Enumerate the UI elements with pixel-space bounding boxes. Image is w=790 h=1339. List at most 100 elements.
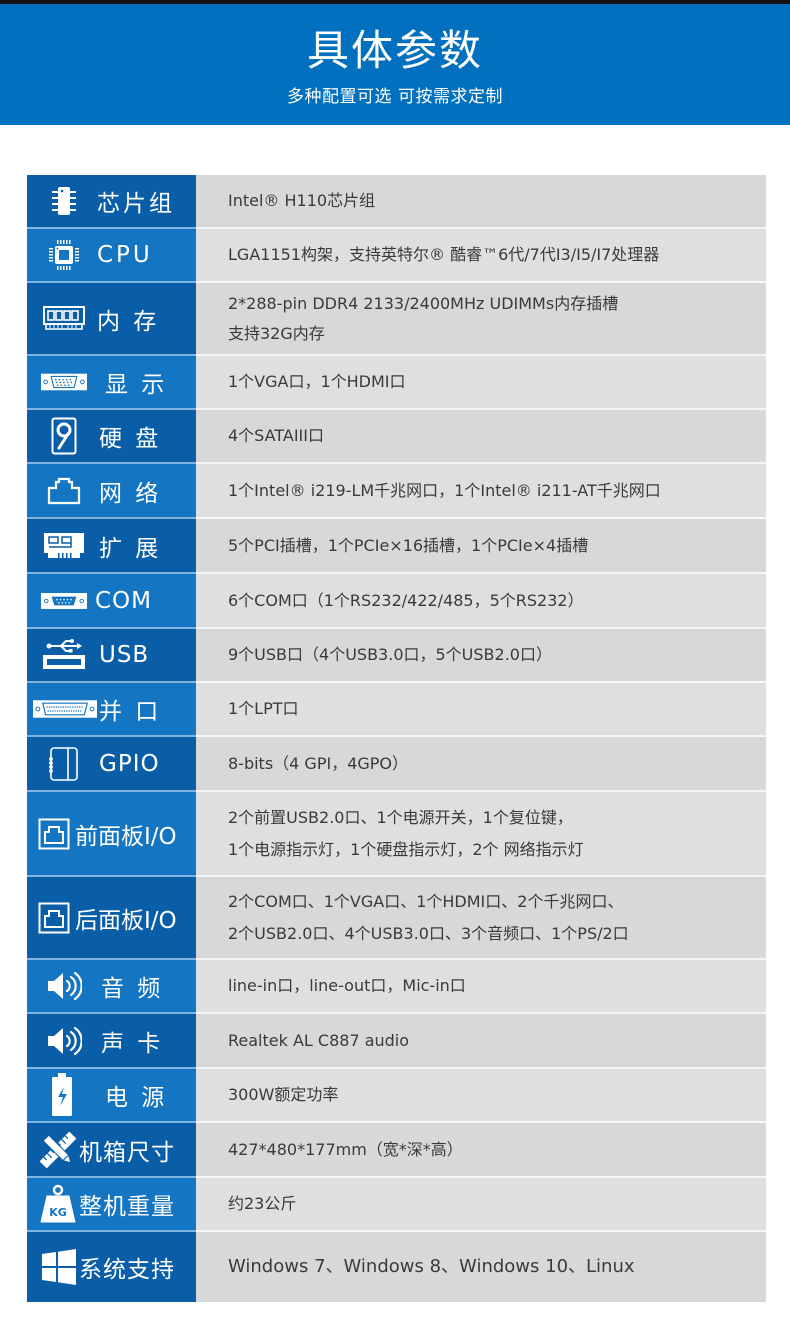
- spec-label-cell: 硬 盘: [27, 410, 196, 464]
- spec-value-cell: LGA1151构架，支持英特尔® 酷睿™6代/7代I3/I5/I7处理器: [196, 229, 766, 281]
- spec-row-parallel: 并 口 1个LPT口: [27, 683, 766, 737]
- chip-icon: [27, 186, 87, 216]
- spec-value-line: 427*480*177mm（宽*深*高）: [228, 1139, 463, 1159]
- page-title: 具体参数: [306, 26, 483, 75]
- spec-value-line: 支持32G内存: [228, 323, 325, 343]
- memory-icon: [27, 305, 87, 332]
- spec-value-cell: 1个Intel® i219-LM千兆网口，1个Intel® i211-AT千兆网…: [196, 464, 766, 517]
- speaker-icon: [27, 1026, 87, 1056]
- gpio-icon: [27, 746, 87, 782]
- spec-row-cpu: CPU LGA1151构架，支持英特尔® 酷睿™6代/7代I3/I5/I7处理器: [27, 229, 766, 283]
- spec-row-chipset: 芯片组 Intel® H110芯片组: [27, 175, 766, 229]
- spec-value-cell: Windows 7、Windows 8、Windows 10、Linux: [196, 1232, 766, 1302]
- spec-label-cell: KG 整机重量: [27, 1178, 196, 1232]
- spec-value-line: 5个PCI插槽，1个PCIe×16插槽，1个PCIe×4插槽: [228, 535, 589, 555]
- spec-label: CPU: [97, 242, 153, 268]
- spec-value-cell: 1个VGA口，1个HDMI口: [196, 356, 766, 408]
- page-header: 具体参数 多种配置可选 可按需求定制: [0, 4, 790, 125]
- spec-value-cell: 9个USB口（4个USB3.0口，5个USB2.0口）: [196, 629, 766, 681]
- spec-value-line: 2个COM口、1个VGA口、1个HDMI口、2个千兆网口、: [228, 891, 624, 911]
- spec-row-weight: KG 整机重量 约23公斤: [27, 1178, 766, 1232]
- spec-value-cell: 427*480*177mm（宽*深*高）: [196, 1123, 766, 1176]
- serial-port-icon: [27, 592, 87, 610]
- spec-row-sound-card: 声 卡 Realtek AL C887 audio: [27, 1014, 766, 1069]
- spec-value-cell: Intel® H110芯片组: [196, 175, 766, 227]
- spec-value-cell: 约23公斤: [196, 1178, 766, 1230]
- spec-row-audio: 音 频 line-in口，line-out口，Mic-in口: [27, 960, 766, 1014]
- spec-label-cell: 系统支持: [27, 1232, 196, 1302]
- spec-value-line: Intel® H110芯片组: [228, 191, 376, 210]
- spec-value-cell: line-in口，line-out口，Mic-in口: [196, 960, 766, 1012]
- spec-label-cell: 网 络: [27, 464, 196, 519]
- spec-label-cell: 芯片组: [27, 175, 196, 229]
- spec-value-cell: 8-bits（4 GPI，4GPO）: [196, 737, 766, 790]
- spec-value-line: 2个前置USB2.0口、1个电源开关，1个复位键，: [228, 807, 573, 827]
- spec-label: GPIO: [99, 750, 160, 777]
- spec-label: 音 频: [101, 976, 164, 1002]
- windows-icon: [27, 1249, 79, 1285]
- spec-value-line: LGA1151构架，支持英特尔® 酷睿™6代/7代I3/I5/I7处理器: [228, 245, 660, 264]
- spec-label: 前面板I/O: [75, 823, 177, 850]
- spec-label: 并 口: [99, 699, 162, 725]
- speaker-icon: [27, 971, 87, 1001]
- spec-row-usb: USB 9个USB口（4个USB3.0口，5个USB2.0口）: [27, 629, 766, 683]
- spec-label: 声 卡: [101, 1030, 164, 1057]
- spec-row-chassis-size: 机箱尺寸 427*480*177mm（宽*深*高）: [27, 1123, 766, 1178]
- vga-port-icon: [27, 373, 87, 391]
- spec-table: 芯片组 Intel® H110芯片组 CPU LGA1151构架，支持英特尔® …: [27, 175, 766, 1302]
- spec-label: 电 源: [105, 1085, 168, 1111]
- spec-row-hard-disk: 硬 盘 4个SATAIII口: [27, 410, 766, 464]
- spec-value-cell: 2个前置USB2.0口、1个电源开关，1个复位键， 1个电源指示灯，1个硬盘指示灯…: [196, 792, 766, 875]
- hard-disk-icon: [27, 417, 87, 455]
- spec-label: 扩 展: [99, 535, 162, 562]
- page-subtitle: 多种配置可选 可按需求定制: [287, 87, 503, 107]
- spec-row-power: 电 源 300W额定功率: [27, 1069, 766, 1123]
- spec-label: 硬 盘: [99, 426, 162, 452]
- spec-label-cell: 机箱尺寸: [27, 1123, 196, 1178]
- spec-label: 内 存: [97, 308, 160, 335]
- spec-row-front-panel-io: 前面板I/O 2个前置USB2.0口、1个电源开关，1个复位键， 1个电源指示灯，…: [27, 792, 766, 877]
- spec-label-cell: 声 卡: [27, 1014, 196, 1069]
- battery-icon: [27, 1073, 87, 1117]
- spec-value-line: Windows 7、Windows 8、Windows 10、Linux: [228, 1256, 635, 1277]
- spec-label-cell: CPU: [27, 229, 196, 283]
- spec-row-expansion: 扩 展 5个PCI插槽，1个PCIe×16插槽，1个PCIe×4插槽: [27, 519, 766, 574]
- weight-icon-text: KG: [49, 1206, 67, 1219]
- usb-icon: [27, 639, 87, 671]
- spec-value-line: 300W额定功率: [228, 1085, 339, 1104]
- spec-label-cell: 电 源: [27, 1069, 196, 1123]
- spec-label: 整机重量: [79, 1194, 175, 1220]
- spec-row-os-support: 系统支持 Windows 7、Windows 8、Windows 10、Linu…: [27, 1232, 766, 1302]
- spec-row-network: 网 络 1个Intel® i219-LM千兆网口，1个Intel® i211-A…: [27, 464, 766, 519]
- spec-value-cell: 2*288-pin DDR4 2133/2400MHz UDIMMs内存插槽 支持…: [196, 283, 766, 354]
- spec-label-cell: 前面板I/O: [27, 792, 196, 877]
- spec-value-line: 8-bits（4 GPI，4GPO）: [228, 753, 409, 773]
- parallel-port-icon: [27, 700, 97, 718]
- spec-label-cell: USB: [27, 629, 196, 683]
- spec-label: COM: [95, 587, 153, 614]
- ethernet-port-icon: [27, 477, 87, 505]
- spec-value-cell: 300W额定功率: [196, 1069, 766, 1121]
- spec-label-cell: 内 存: [27, 283, 196, 356]
- spec-value-cell: Realtek AL C887 audio: [196, 1014, 766, 1067]
- spec-value-cell: 5个PCI插槽，1个PCIe×16插槽，1个PCIe×4插槽: [196, 519, 766, 572]
- spec-value-cell: 6个COM口（1个RS232/422/485，5个RS232）: [196, 574, 766, 627]
- expansion-card-icon: [27, 532, 87, 559]
- spec-label: 机箱尺寸: [79, 1139, 175, 1166]
- spec-label: 网 络: [99, 480, 162, 507]
- spec-value-cell: 4个SATAIII口: [196, 410, 766, 462]
- spec-value-line: 9个USB口（4个USB3.0口，5个USB2.0口）: [228, 645, 552, 664]
- spec-label-cell: COM: [27, 574, 196, 629]
- spec-value-line: line-in口，line-out口，Mic-in口: [228, 976, 466, 995]
- spec-label: 系统支持: [79, 1257, 175, 1283]
- spec-row-gpio: GPIO 8-bits（4 GPI，4GPO）: [27, 737, 766, 792]
- weight-kg-icon: KG: [27, 1184, 77, 1224]
- spec-label-cell: 音 频: [27, 960, 196, 1014]
- spec-label: 芯片组: [97, 191, 175, 217]
- spec-value-cell: 1个LPT口: [196, 683, 766, 735]
- spec-value-line: 2*288-pin DDR4 2133/2400MHz UDIMMs内存插槽: [228, 293, 619, 313]
- front-panel-io-icon: [27, 818, 71, 850]
- spec-label: 显 示: [105, 372, 168, 398]
- spec-value-cell: 2个COM口、1个VGA口、1个HDMI口、2个千兆网口、 2个USB2.0口、4…: [196, 877, 766, 958]
- spec-label-cell: 扩 展: [27, 519, 196, 574]
